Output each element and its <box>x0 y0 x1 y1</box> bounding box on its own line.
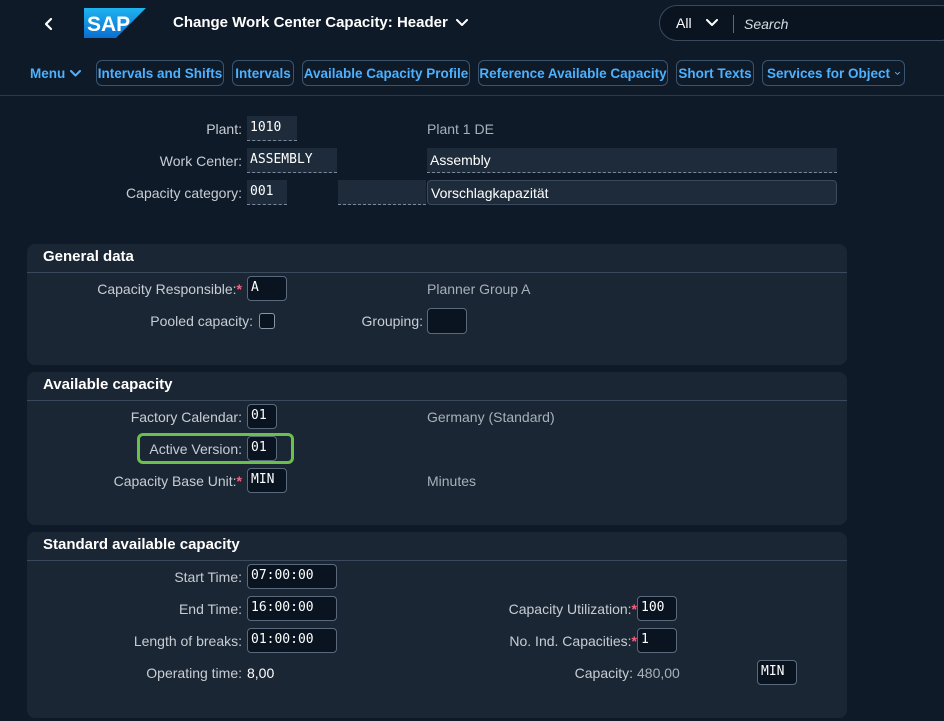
required-marker: * <box>236 473 242 489</box>
required-marker: * <box>236 281 242 297</box>
start-time-label: Start Time: <box>174 569 242 585</box>
general-data-title: General data <box>43 248 134 265</box>
active-version-label: Active Version: <box>149 441 242 457</box>
menu-button[interactable]: Menu <box>30 60 82 86</box>
menu-label: Menu <box>30 65 66 81</box>
chevron-left-icon <box>44 17 53 31</box>
services-for-object-label: Services for Object <box>767 65 891 81</box>
capacity-responsible-field[interactable]: A <box>247 276 287 301</box>
capacity-utilization-field[interactable]: 100 <box>637 596 677 621</box>
available-capacity-profile-button[interactable]: Available Capacity Profile <box>302 60 470 86</box>
logo-text: SAP <box>87 13 130 36</box>
no-ind-capacities-label-text: No. Ind. Capacities: <box>509 633 632 649</box>
available-capacity-profile-label: Available Capacity Profile <box>303 65 469 81</box>
section-divider <box>27 400 847 401</box>
grouping-label: Grouping: <box>361 313 423 329</box>
short-texts-label: Short Texts <box>678 65 752 81</box>
general-data-section: General data <box>27 244 847 365</box>
capacity-category-description: Vorschlagkapazität <box>427 180 837 205</box>
services-for-object-button[interactable]: Services for Object <box>762 60 905 86</box>
pooled-capacity-label: Pooled capacity: <box>150 313 253 329</box>
intervals-label: Intervals <box>235 65 291 81</box>
section-divider <box>27 560 847 561</box>
capacity-utilization-label-text: Capacity Utilization: <box>508 601 632 617</box>
standard-available-capacity-section: Standard available capacity <box>27 532 847 718</box>
standard-available-capacity-title: Standard available capacity <box>43 536 240 553</box>
work-center-description: Assembly <box>427 148 837 173</box>
capacity-responsible-label-text: Capacity Responsible: <box>97 281 237 297</box>
end-time-field[interactable]: 16:00:00 <box>247 596 337 621</box>
plant-description: Plant 1 DE <box>427 121 494 137</box>
search-scope-select[interactable]: All <box>676 15 718 31</box>
section-divider <box>27 272 847 273</box>
no-ind-capacities-field[interactable]: 1 <box>637 628 677 653</box>
length-of-breaks-field[interactable]: 01:00:00 <box>247 628 337 653</box>
search-divider <box>733 15 734 33</box>
chevron-down-icon <box>895 71 900 75</box>
intervals-and-shifts-label: Intervals and Shifts <box>97 65 223 81</box>
chevron-down-icon <box>70 69 82 76</box>
pooled-capacity-checkbox[interactable] <box>259 313 275 329</box>
back-button[interactable] <box>34 10 64 38</box>
capacity-base-unit-description: Minutes <box>427 473 477 489</box>
capacity-category-field[interactable]: 001 <box>247 180 287 205</box>
chevron-down-icon <box>455 18 468 26</box>
capacity-category-extra-field[interactable] <box>338 180 426 205</box>
plant-label: Plant: <box>206 121 242 137</box>
capacity-base-unit-label-text: Capacity Base Unit: <box>113 473 237 489</box>
page-title: Change Work Center Capacity: Header <box>173 14 448 31</box>
end-time-label: End Time: <box>178 601 242 617</box>
capacity-category-label: Capacity category: <box>126 185 242 201</box>
search-box: All <box>659 5 944 41</box>
capacity-unit-field[interactable]: MIN <box>757 660 797 685</box>
chevron-down-icon <box>705 19 718 26</box>
capacity-value: 480,00 <box>637 665 680 681</box>
grouping-field[interactable] <box>427 308 467 334</box>
start-time-field[interactable]: 07:00:00 <box>247 564 337 589</box>
work-center-label: Work Center: <box>159 153 242 169</box>
no-ind-capacities-label: No. Ind. Capacities:* <box>509 633 637 649</box>
operating-time-value: 8,00 <box>247 665 275 681</box>
intervals-and-shifts-button[interactable]: Intervals and Shifts <box>96 60 224 86</box>
factory-calendar-description: Germany (Standard) <box>427 409 555 425</box>
reference-available-capacity-button[interactable]: Reference Available Capacity <box>478 60 668 86</box>
operating-time-label: Operating time: <box>146 665 242 681</box>
capacity-responsible-description: Planner Group A <box>427 281 531 297</box>
capacity-base-unit-label: Capacity Base Unit:* <box>114 473 242 489</box>
factory-calendar-field[interactable]: 01 <box>247 404 277 429</box>
length-of-breaks-label: Length of breaks: <box>133 633 242 649</box>
search-input[interactable] <box>744 14 944 34</box>
capacity-base-unit-field[interactable]: MIN <box>247 468 287 493</box>
capacity-utilization-label: Capacity Utilization:* <box>509 601 637 617</box>
sap-logo[interactable]: SAP <box>84 8 146 38</box>
intervals-button[interactable]: Intervals <box>232 60 294 86</box>
factory-calendar-label: Factory Calendar: <box>130 409 242 425</box>
work-center-field[interactable]: ASSEMBLY <box>247 148 337 173</box>
capacity-label: Capacity: <box>574 665 633 681</box>
app-title-menu[interactable]: Change Work Center Capacity: Header <box>173 14 468 31</box>
toolbar: Menu Intervals and Shifts Intervals Avai… <box>0 48 944 96</box>
plant-field[interactable]: 1010 <box>247 116 297 141</box>
shell-bar: SAP Change Work Center Capacity: Header … <box>0 0 944 48</box>
reference-available-capacity-label: Reference Available Capacity <box>479 65 667 81</box>
short-texts-button[interactable]: Short Texts <box>676 60 754 86</box>
active-version-field[interactable]: 01 <box>247 436 277 461</box>
available-capacity-title: Available capacity <box>43 376 173 393</box>
capacity-responsible-label: Capacity Responsible:* <box>97 281 242 297</box>
search-scope-label: All <box>676 15 692 31</box>
